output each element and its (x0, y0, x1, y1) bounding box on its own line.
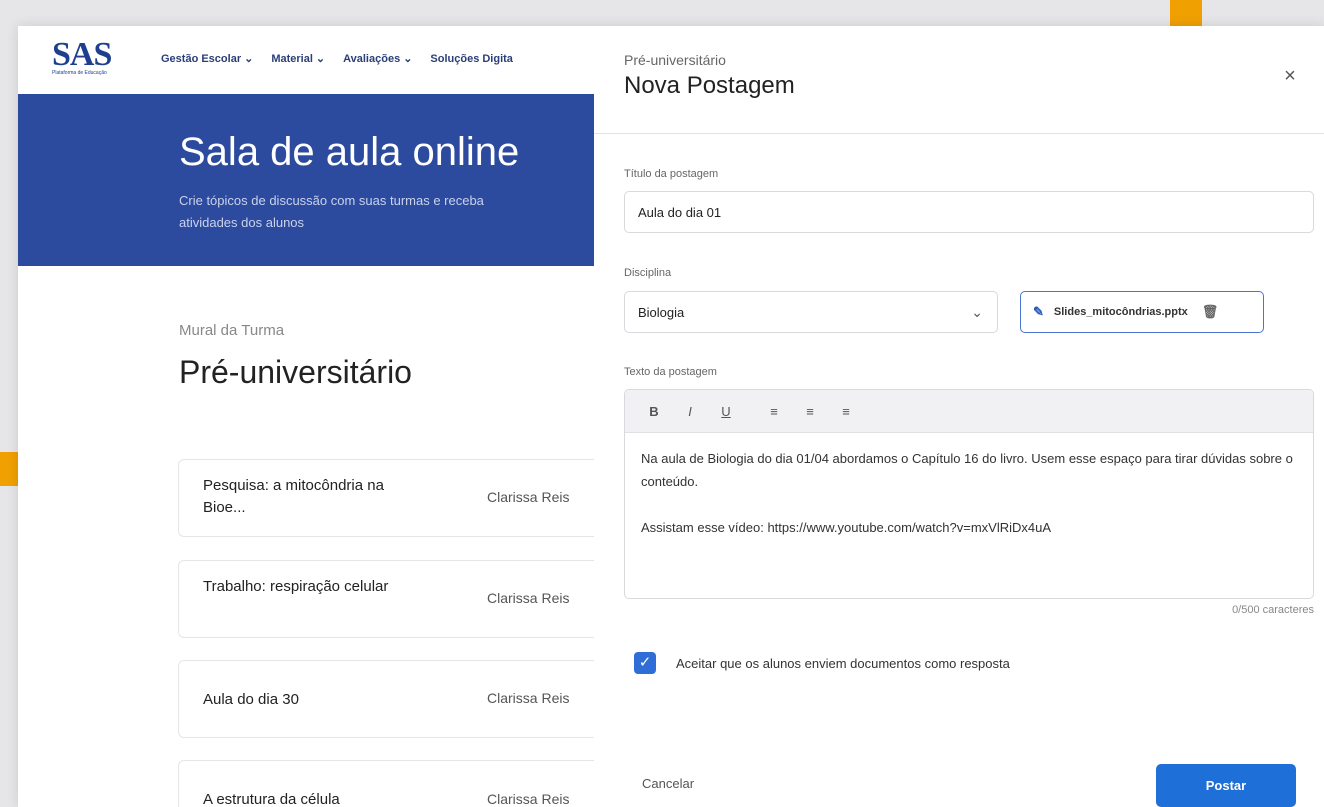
post-button[interactable]: Postar (1156, 764, 1296, 807)
nav-label: Gestão Escolar (161, 52, 242, 65)
post-title: A estrutura da célula (203, 791, 340, 807)
nav-item-gestao-escolar[interactable]: Gestão Escolar ⌄ (161, 52, 254, 66)
decorative-accent-left (0, 452, 18, 486)
nav-label: Avaliações (343, 52, 401, 65)
post-title: Pesquisa: a mitocôndria na Bioe... (203, 477, 384, 516)
nav-item-material[interactable]: Material ⌄ (271, 52, 326, 66)
character-counter: 0/500 caracteres (1232, 604, 1314, 616)
attachment-filename: Slides_mitocôndrias.pptx (1053, 306, 1188, 318)
close-icon[interactable]: × (1278, 64, 1302, 88)
chevron-down-icon: ⌄ (315, 53, 326, 65)
accept-documents-checkbox[interactable]: ✓ (634, 652, 656, 674)
decorative-accent-top (1170, 0, 1202, 26)
underline-button[interactable]: U (717, 404, 735, 419)
cancel-button[interactable]: Cancelar (642, 776, 694, 791)
trash-icon[interactable]: 🗑 (1202, 304, 1219, 320)
chevron-down-icon: ⌄ (403, 53, 413, 65)
accept-documents-label: Aceitar que os alunos enviem documentos … (676, 656, 1010, 671)
nav-label: Material (271, 52, 313, 65)
nav-item-avaliacoes[interactable]: Avaliações ⌄ (343, 52, 413, 66)
discipline-label: Disciplina (624, 267, 672, 279)
app-window: SAS Plataforma de Educação Gestão Escola… (18, 26, 1324, 807)
new-post-panel: Pré-universitário Nova Postagem × Título… (594, 26, 1324, 807)
post-title-input[interactable]: Aula do dia 01 (624, 191, 1314, 233)
post-title-value: Aula do dia 01 (638, 204, 722, 220)
chevron-down-icon: ⌄ (971, 303, 983, 320)
logo-text: SAS (52, 36, 112, 73)
panel-context: Pré-universitário (624, 52, 726, 68)
hero-banner: Sala de aula online Crie tópicos de disc… (18, 94, 594, 266)
post-title: Aula do dia 30 (203, 691, 299, 708)
post-author: Clarissa Reis (487, 489, 570, 505)
align-center-button[interactable]: ≡ (801, 404, 819, 419)
class-title: Pré-universitário (179, 354, 412, 390)
post-author: Clarissa Reis (487, 791, 570, 807)
hero-title: Sala de aula online (179, 130, 520, 174)
chevron-down-icon: ⌄ (244, 53, 254, 65)
nav-item-solucoes-digitais[interactable]: Soluções Digita (430, 52, 513, 65)
post-author: Clarissa Reis (487, 590, 570, 606)
post-card[interactable]: Aula do dia 30 Clarissa Reis (178, 660, 608, 738)
logo-tagline: Plataforma de Educação (52, 70, 107, 76)
attachment-chip[interactable]: ✎ Slides_mitocôndrias.pptx 🗑 (1020, 291, 1264, 333)
nav-label: Soluções Digita (430, 52, 513, 65)
post-card[interactable]: Pesquisa: a mitocôndria na Bioe... Clari… (178, 459, 608, 537)
post-body-editor: B I U ≡ ≡ ≡ Na aula de Biologia do dia 0… (624, 389, 1314, 599)
post-title: Trabalho: respiração celular (203, 578, 389, 595)
title-field-label: Título da postagem (624, 168, 719, 180)
align-left-button[interactable]: ≡ (765, 404, 783, 419)
discipline-select[interactable]: Biologia ⌄ (624, 291, 998, 333)
post-author: Clarissa Reis (487, 690, 570, 706)
post-card[interactable]: Trabalho: respiração celular Clarissa Re… (178, 560, 608, 638)
top-navigation: SAS Plataforma de Educação Gestão Escola… (18, 26, 594, 94)
panel-title: Nova Postagem (624, 72, 795, 99)
post-card[interactable]: A estrutura da célula Clarissa Reis (178, 760, 608, 807)
align-right-button[interactable]: ≡ (837, 404, 855, 419)
italic-button[interactable]: I (681, 404, 699, 419)
sas-logo[interactable]: SAS Plataforma de Educação (52, 36, 124, 80)
body-label: Texto da postagem (624, 366, 717, 378)
mural-label: Mural da Turma (179, 322, 285, 339)
discipline-value: Biologia (638, 304, 685, 320)
hero-subtitle: Crie tópicos de discussão com suas turma… (179, 193, 484, 230)
editor-toolbar: B I U ≡ ≡ ≡ (625, 390, 1313, 433)
post-body-textarea[interactable]: Na aula de Biologia do dia 01/04 abordam… (625, 433, 1313, 553)
main-nav: Gestão Escolar ⌄ Material ⌄ Avaliações ⌄ So… (161, 52, 513, 66)
check-icon: ✓ (638, 654, 652, 671)
panel-divider (594, 133, 1324, 134)
paperclip-icon: ✎ (1033, 304, 1044, 319)
bold-button[interactable]: B (645, 404, 663, 419)
